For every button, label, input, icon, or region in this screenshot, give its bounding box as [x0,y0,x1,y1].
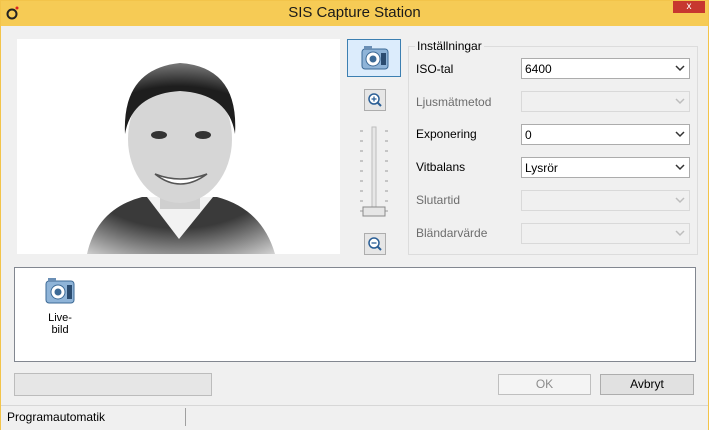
white-balance-value: Lysrör [525,161,558,175]
close-button[interactable]: x [673,1,705,13]
zoom-in-button[interactable] [364,89,386,111]
zoom-out-button[interactable] [364,233,386,255]
metering-select [521,91,690,112]
zoom-out-icon [368,237,382,251]
zoom-slider[interactable] [356,125,394,221]
iso-value: 6400 [525,62,552,76]
gallery-item-live-image[interactable]: Live-bild [41,273,79,336]
progress-bar [14,373,212,396]
capture-button[interactable] [347,39,401,77]
exposure-value: 0 [525,128,532,142]
image-gallery[interactable]: Live-bild [14,267,696,362]
status-separator [185,408,186,426]
metering-label: Ljusmätmetod [416,95,492,109]
slider-thumb[interactable] [362,206,386,217]
iso-label: ISO-tal [416,62,454,76]
white-balance-label: Vitbalans [416,160,466,174]
zoom-slider-track [360,126,388,217]
chevron-down-icon [675,65,685,72]
live-preview [17,39,340,254]
camera-icon [45,278,75,304]
close-icon: x [686,1,692,12]
shutter-select [521,190,690,211]
ok-button[interactable]: OK [498,374,591,395]
chevron-down-icon [675,230,685,237]
shutter-label: Slutartid [416,193,461,207]
window-title: SIS Capture Station [288,4,421,21]
status-bar: Programautomatik [1,405,708,430]
aperture-label: Bländarvärde [416,226,488,240]
camera-icon [361,46,389,70]
cancel-button[interactable]: Avbryt [600,374,694,395]
iso-select[interactable]: 6400 [521,58,690,79]
chevron-down-icon [675,98,685,105]
portrait-image [17,39,340,254]
white-balance-select[interactable]: Lysrör [521,157,690,178]
gallery-item-label: Live-bild [48,312,72,336]
status-text: Programautomatik [7,410,106,424]
exposure-select[interactable]: 0 [521,124,690,145]
chevron-down-icon [675,197,685,204]
chevron-down-icon [675,131,685,138]
zoom-in-icon [368,93,382,107]
chevron-down-icon [675,164,685,171]
exposure-label: Exponering [416,127,477,141]
settings-title: Inställningar [415,39,484,53]
capture-window: SIS Capture Station x Inställningar ISO-… [0,0,709,430]
title-bar[interactable]: SIS Capture Station x [1,1,708,26]
aperture-select [521,223,690,244]
